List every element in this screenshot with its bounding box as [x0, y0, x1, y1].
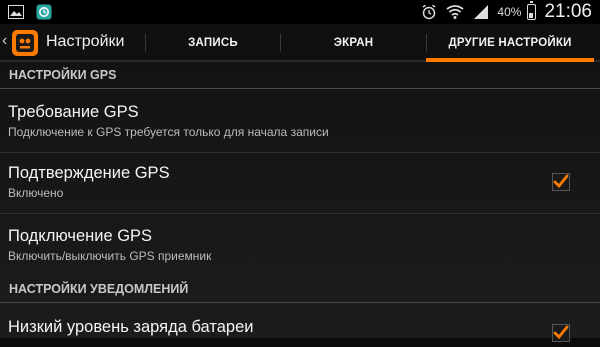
- pref-summary: Включить/выключить GPS приемник: [8, 249, 212, 263]
- section-divider: [0, 302, 600, 303]
- wifi-icon: [445, 3, 465, 21]
- list-divider: [0, 152, 600, 153]
- battery-icon: [527, 1, 537, 20]
- section-divider: [0, 88, 600, 89]
- pref-low-battery[interactable]: Низкий уровень заряда батареи: [0, 317, 600, 337]
- tab-label: ДРУГИЕ НАСТРОЙКИ: [448, 37, 572, 49]
- app-logo-icon[interactable]: [11, 29, 39, 57]
- settings-list[interactable]: НАСТРОЙКИ GPS Требование GPS Подключение…: [0, 62, 600, 342]
- tab-record[interactable]: ЗАПИСЬ: [146, 24, 280, 62]
- tab-label: ЗАПИСЬ: [188, 37, 238, 49]
- clock: 21:06: [544, 1, 592, 22]
- pref-title: Подтверждение GPS: [8, 164, 170, 182]
- action-bar: ‹ Настройки ЗАПИСЬ ЭКРАН ДРУГИЕ НАСТРОЙК…: [0, 24, 600, 62]
- tab-screen[interactable]: ЭКРАН: [281, 24, 426, 62]
- pref-gps-confirmation[interactable]: Подтверждение GPS Включено: [0, 163, 600, 201]
- app-notification-icon: [34, 3, 54, 21]
- pref-gps-connection[interactable]: Подключение GPS Включить/выключить GPS п…: [0, 226, 600, 264]
- checkbox-gps-confirmation[interactable]: [552, 173, 570, 191]
- page-title: Настройки: [46, 33, 125, 50]
- section-header-notifications: НАСТРОЙКИ УВЕДОМЛЕНИЙ: [9, 282, 189, 296]
- list-divider: [0, 213, 600, 214]
- tab-other-settings[interactable]: ДРУГИЕ НАСТРОЙКИ: [426, 24, 594, 62]
- pref-title: Низкий уровень заряда батареи: [8, 318, 254, 336]
- signal-icon: [471, 3, 491, 21]
- pref-title: Подключение GPS: [8, 227, 153, 245]
- chevron-left-icon[interactable]: ‹: [2, 33, 7, 49]
- pref-summary: Включено: [8, 186, 64, 200]
- pref-summary: Подключение к GPS требуется только для н…: [8, 125, 329, 139]
- section-header-gps: НАСТРОЙКИ GPS: [9, 68, 117, 82]
- pref-gps-required[interactable]: Требование GPS Подключение к GPS требует…: [0, 102, 600, 140]
- gallery-icon: [6, 3, 26, 21]
- tab-label: ЭКРАН: [333, 37, 374, 49]
- battery-percent: 40%: [497, 5, 522, 19]
- pref-title: Требование GPS: [8, 103, 139, 121]
- alarm-icon: [419, 3, 439, 21]
- status-bar: 40% 21:06: [0, 0, 600, 24]
- checkbox-low-battery[interactable]: [552, 324, 570, 342]
